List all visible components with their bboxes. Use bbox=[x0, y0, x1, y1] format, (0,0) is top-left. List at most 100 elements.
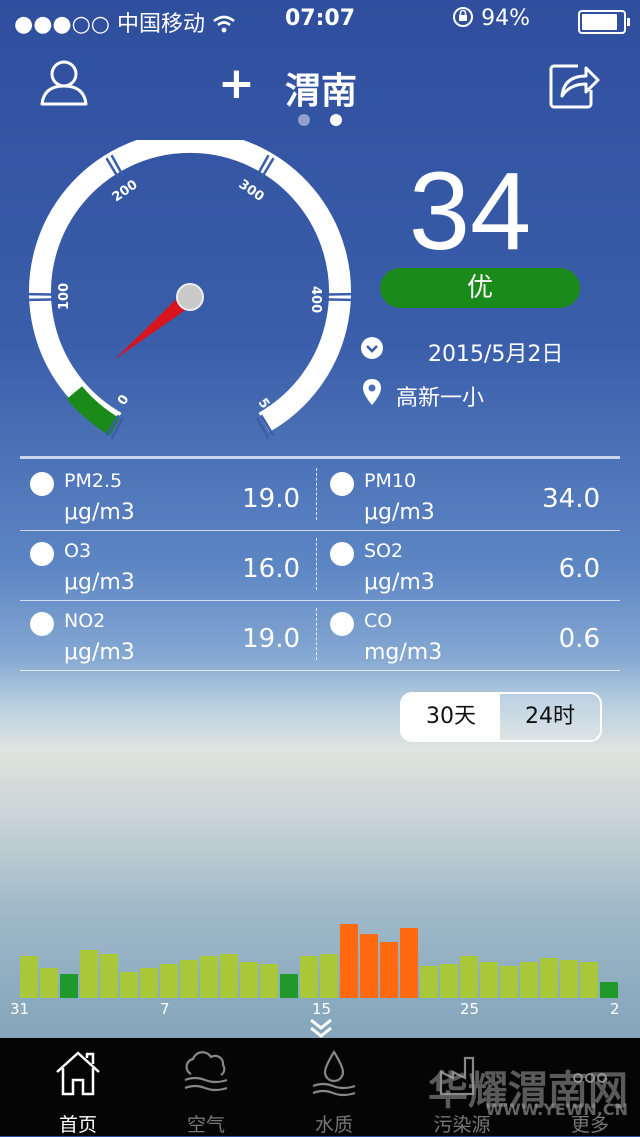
pollutant-cell[interactable]: NO2μg/m319.0 bbox=[20, 598, 320, 668]
history-bar[interactable] bbox=[80, 950, 98, 998]
chevron-down-circle-icon[interactable] bbox=[360, 336, 384, 360]
tab-home-label: 首页 bbox=[14, 1110, 142, 1137]
share-button[interactable] bbox=[548, 60, 602, 114]
history-bar[interactable] bbox=[560, 960, 578, 998]
x-label-2: 2 bbox=[610, 1000, 620, 1018]
history-bar[interactable] bbox=[420, 966, 438, 998]
history-bar[interactable] bbox=[240, 962, 258, 998]
history-bar[interactable] bbox=[520, 962, 538, 998]
aqi-value: 34 bbox=[400, 148, 540, 275]
pollutant-cell[interactable]: PM2.5μg/m319.0 bbox=[20, 458, 320, 528]
pollutant-indicator-icon bbox=[30, 472, 54, 496]
history-bar[interactable] bbox=[260, 964, 278, 998]
pollutant-name: PM2.5 bbox=[64, 470, 122, 492]
aqi-date[interactable]: 2015/5月2日 bbox=[428, 336, 563, 368]
pollutant-cell[interactable]: COmg/m30.6 bbox=[320, 598, 620, 668]
tab-home[interactable]: 首页 bbox=[14, 1038, 142, 1136]
x-label-15: 15 bbox=[312, 1000, 331, 1018]
aqi-location[interactable]: 高新一小 bbox=[396, 380, 484, 412]
history-bar[interactable] bbox=[120, 972, 138, 998]
history-bar[interactable] bbox=[20, 956, 38, 998]
rotation-lock-icon bbox=[452, 6, 474, 28]
table-row-divider bbox=[20, 600, 620, 601]
location-pin-icon bbox=[362, 378, 382, 406]
history-bar[interactable] bbox=[600, 982, 618, 998]
pollutant-cell[interactable]: O3μg/m316.0 bbox=[20, 528, 320, 598]
history-bar[interactable] bbox=[160, 964, 178, 998]
profile-button[interactable] bbox=[38, 58, 90, 112]
battery-fill bbox=[582, 14, 617, 30]
history-bar[interactable] bbox=[200, 956, 218, 998]
gauge-arc bbox=[40, 142, 340, 422]
pollutant-value: 34.0 bbox=[500, 484, 600, 514]
history-bar[interactable] bbox=[180, 960, 198, 998]
history-bar[interactable] bbox=[580, 962, 598, 998]
pollutant-cell[interactable]: SO2μg/m36.0 bbox=[320, 528, 620, 598]
page-indicator-dot-2 bbox=[330, 114, 342, 126]
pollutant-unit: mg/m3 bbox=[364, 640, 442, 665]
gauge-tick-200: 200 bbox=[110, 177, 141, 205]
pollutant-indicator-icon bbox=[330, 612, 354, 636]
pollutant-indicator-icon bbox=[30, 542, 54, 566]
history-bar[interactable] bbox=[480, 962, 498, 998]
gauge-tick-400: 400 bbox=[308, 286, 323, 313]
pollutant-unit: μg/m3 bbox=[364, 570, 435, 595]
history-bar[interactable] bbox=[340, 924, 358, 998]
table-column-divider bbox=[316, 608, 318, 660]
city-title[interactable]: 渭南 bbox=[285, 62, 357, 114]
table-column-divider bbox=[316, 468, 318, 520]
history-bar[interactable] bbox=[100, 954, 118, 998]
user-icon bbox=[38, 58, 90, 108]
water-drop-icon bbox=[309, 1048, 359, 1098]
history-bar[interactable] bbox=[300, 956, 318, 998]
history-bar[interactable] bbox=[460, 956, 478, 998]
history-bar[interactable] bbox=[360, 934, 378, 998]
tab-water-label: 水质 bbox=[270, 1110, 398, 1137]
pollutant-value: 19.0 bbox=[200, 484, 300, 514]
table-column-divider bbox=[316, 538, 318, 590]
history-bar[interactable] bbox=[400, 928, 418, 998]
double-chevron-down-icon[interactable] bbox=[308, 1018, 334, 1038]
pollutant-cell[interactable]: PM10μg/m334.0 bbox=[320, 458, 620, 528]
gauge-tick-100: 100 bbox=[57, 283, 72, 310]
status-time: 07:07 bbox=[0, 6, 640, 31]
toggle-24-hours[interactable]: 24时 bbox=[500, 694, 600, 740]
page-indicator-dot-1 bbox=[298, 114, 310, 126]
history-bar[interactable] bbox=[320, 954, 338, 998]
pollutant-name: PM10 bbox=[364, 470, 416, 492]
pollutant-name: CO bbox=[364, 610, 392, 632]
x-label-7: 7 bbox=[160, 1000, 170, 1018]
pollutant-unit: μg/m3 bbox=[64, 640, 135, 665]
battery-percent: 94% bbox=[481, 6, 530, 31]
tab-air[interactable]: 空气 bbox=[142, 1038, 270, 1136]
battery-nub bbox=[627, 18, 630, 26]
pollutant-indicator-icon bbox=[330, 542, 354, 566]
toggle-30-days[interactable]: 30天 bbox=[402, 694, 500, 740]
tab-air-label: 空气 bbox=[142, 1110, 270, 1137]
aqi-gauge: 0 100 200 300 400 500 bbox=[20, 140, 360, 440]
home-icon bbox=[53, 1048, 103, 1098]
add-city-button[interactable]: + bbox=[218, 58, 255, 109]
status-bar: ●●●○○ 中国移动 07:07 94% bbox=[0, 0, 640, 40]
history-bar[interactable] bbox=[380, 942, 398, 998]
pollutant-name: O3 bbox=[64, 540, 91, 562]
pollutant-unit: μg/m3 bbox=[64, 570, 135, 595]
history-bar[interactable] bbox=[60, 974, 78, 998]
history-bar[interactable] bbox=[440, 964, 458, 998]
x-label-25: 25 bbox=[460, 1000, 479, 1018]
history-bar[interactable] bbox=[140, 968, 158, 998]
status-right: 94% bbox=[452, 6, 530, 31]
pollutant-value: 6.0 bbox=[500, 554, 600, 584]
table-row-divider bbox=[20, 530, 620, 531]
watermark-url: WWW.YEWN.CN bbox=[486, 1100, 628, 1119]
history-bar[interactable] bbox=[540, 958, 558, 998]
history-bar[interactable] bbox=[40, 968, 58, 998]
aqi-level-badge: 优 bbox=[380, 268, 580, 308]
history-bar[interactable] bbox=[500, 966, 518, 998]
history-bar[interactable] bbox=[220, 954, 238, 998]
x-label-31: 31 bbox=[10, 1000, 29, 1018]
history-bar[interactable] bbox=[280, 974, 298, 998]
range-toggle[interactable]: 30天 24时 bbox=[400, 692, 602, 742]
tab-water[interactable]: 水质 bbox=[270, 1038, 398, 1136]
pollutant-name: NO2 bbox=[64, 610, 105, 632]
